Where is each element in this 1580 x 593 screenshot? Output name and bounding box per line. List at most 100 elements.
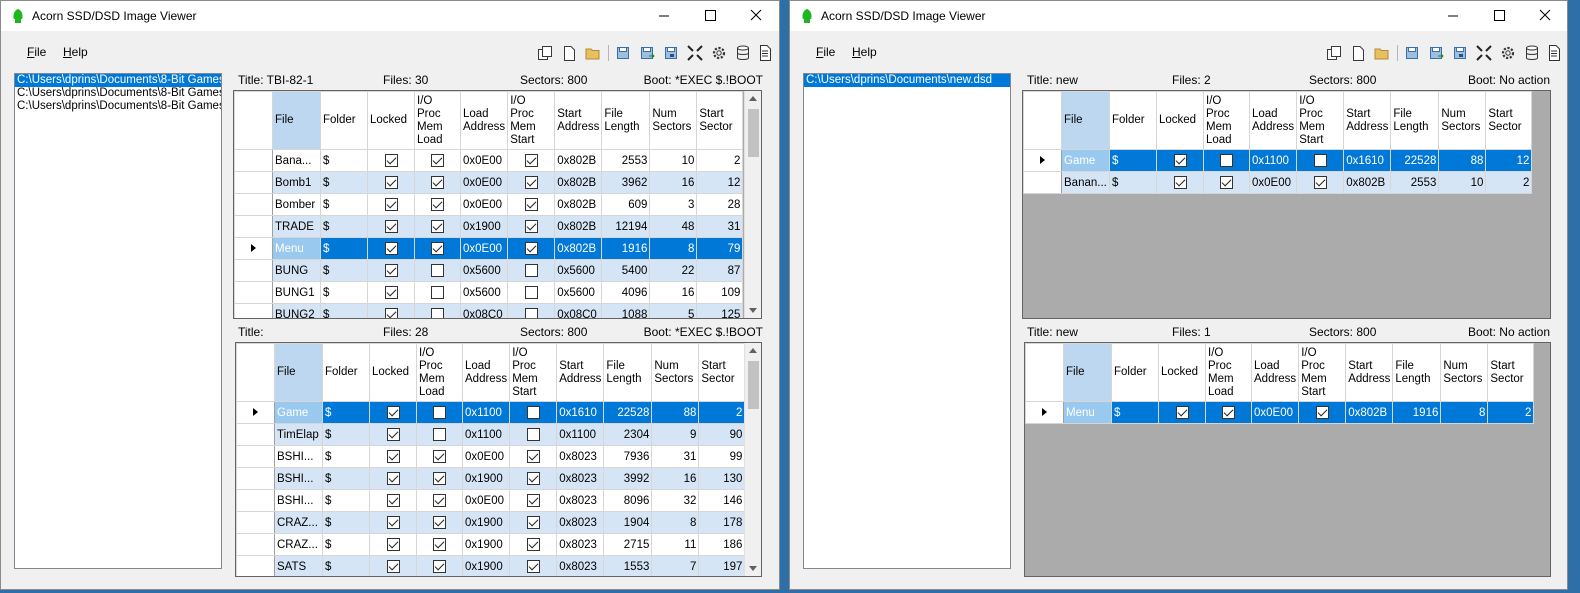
io_load-checkbox[interactable] <box>433 472 446 485</box>
io_start-checkbox[interactable] <box>1313 154 1327 167</box>
table-row[interactable]: BSHI... $0x1900 0x8023 3992 16 130 <box>236 467 746 490</box>
column-header-io_load[interactable]: I/O Proc Mem Load <box>414 91 461 150</box>
io_load-checkbox[interactable] <box>431 308 444 318</box>
column-header-folder[interactable]: Folder <box>320 91 368 150</box>
cell-start[interactable]: 0x802B <box>1343 171 1392 194</box>
cell-io_start[interactable] <box>509 445 558 468</box>
cell-load[interactable]: 0x0E00 <box>1248 171 1298 194</box>
cell-locked[interactable] <box>367 259 415 282</box>
side-1-file-grid[interactable]: File Folder Locked I/O Proc Mem Load Load Ad… <box>235 342 762 577</box>
file-table[interactable]: File Folder Locked I/O Proc Mem Load Load Ad… <box>234 91 744 318</box>
table-row[interactable]: SATS $0x1900 0x8023 1553 7 197 <box>236 555 746 576</box>
io_load-checkbox[interactable] <box>431 154 444 167</box>
column-header-load[interactable]: Load Address <box>461 343 511 402</box>
cell-folder[interactable]: $ <box>322 445 370 468</box>
save-all-button[interactable] <box>661 43 681 63</box>
close-button[interactable] <box>1522 1 1567 31</box>
row-header[interactable] <box>234 237 273 260</box>
cell-file[interactable]: BSHI... <box>274 489 323 512</box>
cell-start[interactable]: 0x08C0 <box>554 303 603 318</box>
cell-sector[interactable]: 2 <box>698 401 746 424</box>
cell-start[interactable]: 0x802B <box>1345 401 1394 424</box>
locked-checkbox[interactable] <box>384 176 398 189</box>
image-file-item[interactable]: C:\Users\dprins\Documents\8-Bit Games D <box>15 74 221 87</box>
cell-sector[interactable]: 2 <box>696 149 744 172</box>
cell-start[interactable]: 0x5600 <box>554 259 603 282</box>
cell-io_start[interactable] <box>507 281 556 304</box>
column-header-sector[interactable]: Start Sector <box>1485 91 1533 150</box>
cell-folder[interactable]: $ <box>320 215 368 238</box>
cell-length[interactable]: 1916 <box>1392 401 1442 424</box>
io_start-checkbox[interactable] <box>524 176 538 189</box>
table-row[interactable]: Bana... $0x0E00 0x802B 2553 10 2 <box>234 149 744 172</box>
cell-length[interactable]: 1904 <box>603 511 653 534</box>
cell-num[interactable]: 10 <box>649 149 698 172</box>
side-0-file-grid[interactable]: File Folder Locked I/O Proc Mem Load Load Ad… <box>233 90 762 319</box>
column-header-sector[interactable]: Start Sector <box>698 343 746 402</box>
cell-folder[interactable]: $ <box>322 467 370 490</box>
cell-io_load[interactable] <box>416 489 463 512</box>
cell-start[interactable]: 0x1610 <box>556 401 605 424</box>
locked-checkbox[interactable] <box>386 494 400 507</box>
table-row[interactable]: Bomber $0x0E00 0x802B 609 3 28 <box>234 193 744 216</box>
cell-sector[interactable]: 90 <box>698 423 746 446</box>
cell-start[interactable]: 0x8023 <box>556 533 605 556</box>
column-header-locked[interactable]: Locked <box>367 91 415 150</box>
io_start-checkbox[interactable] <box>526 516 540 529</box>
cell-io_load[interactable] <box>416 445 463 468</box>
locked-checkbox[interactable] <box>384 308 398 318</box>
table-row[interactable]: Menu $0x0E00 0x802B 1916 8 79 <box>234 237 744 260</box>
cell-sector[interactable]: 146 <box>698 489 746 512</box>
cell-locked[interactable] <box>369 445 417 468</box>
locked-checkbox[interactable] <box>386 516 400 529</box>
column-header-load[interactable]: Load Address <box>1248 91 1298 150</box>
table-row[interactable]: BSHI... $0x0E00 0x8023 8096 32 146 <box>236 489 746 512</box>
column-header-sector[interactable]: Start Sector <box>696 91 744 150</box>
column-header-num[interactable]: Num Sectors <box>1440 343 1489 402</box>
cell-num[interactable]: 88 <box>651 401 700 424</box>
cell-io_start[interactable] <box>507 303 556 318</box>
table-row[interactable]: BUNG $0x5600 0x5600 5400 22 87 <box>234 259 744 282</box>
cell-file[interactable]: BUNG1 <box>272 281 321 304</box>
cell-io_start[interactable] <box>1298 401 1347 424</box>
cell-start[interactable]: 0x5600 <box>554 281 603 304</box>
cell-folder[interactable]: $ <box>320 171 368 194</box>
cell-io_load[interactable] <box>414 193 461 216</box>
cell-file[interactable]: BSHI... <box>274 445 323 468</box>
menu-help[interactable]: Help <box>852 45 877 59</box>
cell-start[interactable]: 0x802B <box>554 171 603 194</box>
cell-io_load[interactable] <box>414 149 461 172</box>
column-header-start[interactable]: Start Address <box>554 91 603 150</box>
cell-load[interactable]: 0x0E00 <box>459 149 509 172</box>
column-header-io_load[interactable]: I/O Proc Mem Load <box>416 343 463 402</box>
cell-folder[interactable]: $ <box>320 303 368 318</box>
scroll-thumb[interactable] <box>748 109 759 157</box>
cell-file[interactable]: BUNG <box>272 259 321 282</box>
cell-load[interactable]: 0x1900 <box>459 215 509 238</box>
cell-file[interactable]: TRADE <box>272 215 321 238</box>
table-row[interactable]: Banan... $0x0E00 0x802B 2553 10 2 <box>1023 171 1533 194</box>
cell-length[interactable]: 1916 <box>601 237 651 260</box>
cell-num[interactable]: 9 <box>651 423 700 446</box>
table-row[interactable]: Game $0x1100 0x1610 22528 88 12 <box>1023 149 1533 172</box>
cell-length[interactable]: 609 <box>601 193 651 216</box>
file-table[interactable]: File Folder Locked I/O Proc Mem Load Load Ad… <box>236 343 746 576</box>
cell-file[interactable]: BSHI... <box>274 467 323 490</box>
column-header-folder[interactable]: Folder <box>1111 343 1159 402</box>
column-header-folder[interactable]: Folder <box>1109 91 1157 150</box>
cell-num[interactable]: 3 <box>649 193 698 216</box>
io_start-checkbox[interactable] <box>524 154 538 167</box>
column-header-io_load[interactable]: I/O Proc Mem Load <box>1205 343 1252 402</box>
cell-io_load[interactable] <box>416 555 463 576</box>
cell-io_start[interactable] <box>509 423 558 446</box>
side-0-file-grid[interactable]: File Folder Locked I/O Proc Mem Load Load Ad… <box>1022 90 1551 319</box>
io_start-checkbox[interactable] <box>1315 406 1329 419</box>
database-button[interactable] <box>1522 43 1542 63</box>
copy-button[interactable] <box>1324 43 1344 63</box>
row-header[interactable] <box>236 423 275 446</box>
cell-io_load[interactable] <box>414 215 461 238</box>
cell-length[interactable]: 3992 <box>603 467 653 490</box>
row-header[interactable] <box>234 303 273 318</box>
collapse-button[interactable] <box>1474 43 1494 63</box>
cell-load[interactable]: 0x1900 <box>461 511 511 534</box>
